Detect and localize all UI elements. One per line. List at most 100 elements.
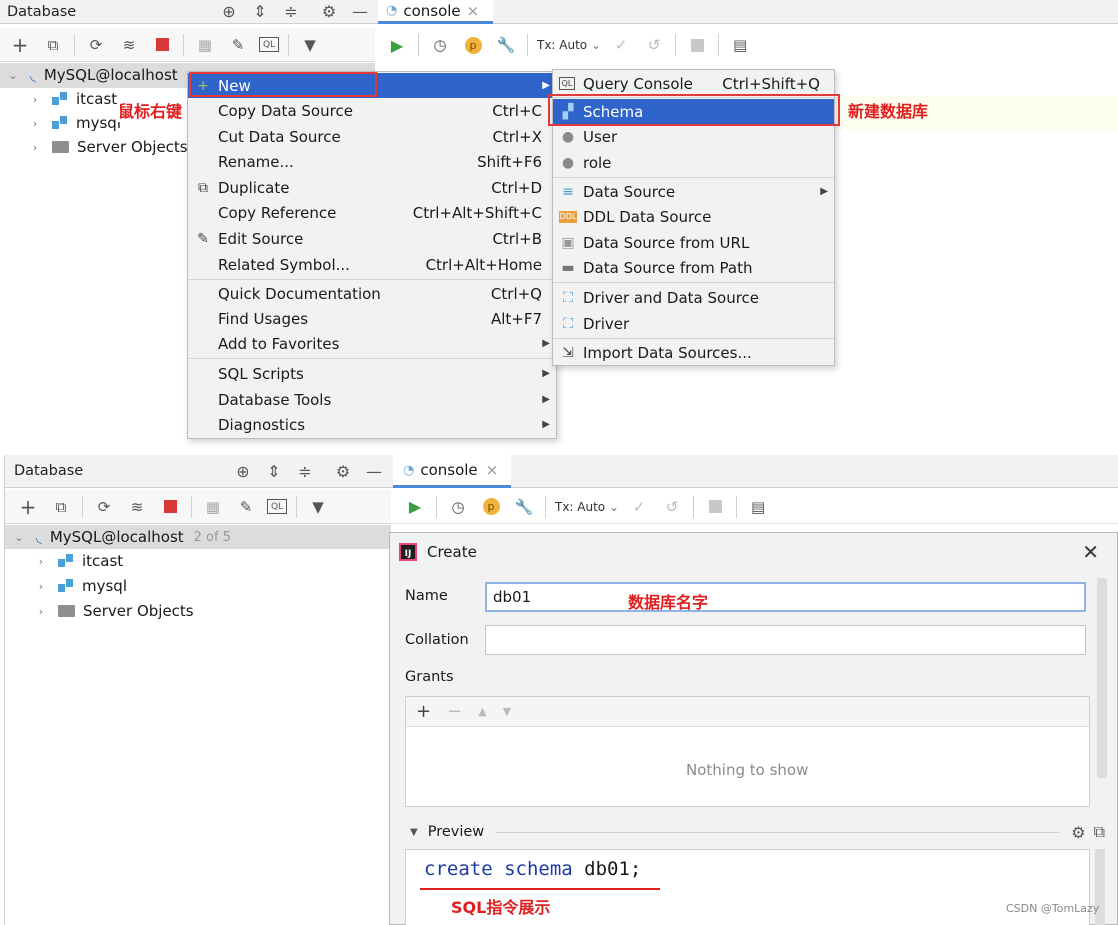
crosshair-icon[interactable]: ⊕ [218, 1, 240, 23]
submenu-item-driver[interactable]: ⛶ Driver [553, 311, 834, 336]
name-input[interactable]: db01 [485, 582, 1086, 612]
wrench-icon[interactable]: 🔧 [512, 495, 536, 519]
submenu-item-data-source-url[interactable]: ▣ Data Source from URL [553, 230, 834, 255]
filter-icon[interactable]: ▼ [298, 33, 322, 57]
chevron-right-icon[interactable]: › [28, 117, 42, 130]
schema-sync-icon[interactable]: ≋ [117, 33, 141, 57]
minimize-icon[interactable]: — [363, 460, 385, 482]
p-badge-icon[interactable]: p [479, 495, 503, 519]
edit-icon[interactable]: ✎ [226, 33, 250, 57]
submenu-item-import-data-sources[interactable]: ⇲ Import Data Sources... [553, 340, 834, 365]
run-icon[interactable]: ▶ [403, 495, 427, 519]
copy-icon[interactable]: ⧉ [49, 495, 73, 519]
tab-console[interactable]: ◔ console × [378, 0, 493, 24]
menu-item-rename[interactable]: Rename... Shift+F6 [188, 149, 556, 174]
external-open-icon[interactable]: ⧉ [1094, 822, 1105, 842]
stop-icon[interactable] [703, 495, 727, 519]
output-layout-icon[interactable]: ▤ [746, 495, 770, 519]
table-icon[interactable]: ▦ [201, 495, 225, 519]
submenu-item-ddl-data-source[interactable]: DDL DDL Data Source [553, 204, 834, 229]
refresh-icon[interactable]: ⟳ [92, 495, 116, 519]
gear-icon[interactable]: ⚙ [332, 460, 354, 482]
tx-mode-select[interactable]: Tx: Auto ⌄ [555, 500, 619, 514]
menu-item-sql-scripts[interactable]: SQL Scripts ▶ [188, 361, 556, 386]
remove-grant-icon[interactable]: − [447, 701, 462, 722]
preview-header[interactable]: ▼ Preview ⚙ ⧉ [410, 821, 1105, 843]
menu-item-edit-source[interactable]: ✎ Edit Source Ctrl+B [188, 226, 556, 251]
expand-all-icon[interactable]: ⇕ [249, 1, 271, 23]
submenu-item-user[interactable]: ● User [553, 124, 834, 149]
menu-item-duplicate[interactable]: ⧉ Duplicate Ctrl+D [188, 175, 556, 200]
tree-root-row[interactable]: ⌄ ◟ MySQL@localhost [6, 63, 177, 87]
collation-input[interactable] [485, 625, 1086, 655]
chevron-down-icon[interactable]: ⌄ [6, 69, 20, 82]
menu-item-quick-documentation[interactable]: Quick Documentation Ctrl+Q [188, 281, 556, 306]
submenu-item-data-source[interactable]: ≡ Data Source ▶ [553, 179, 834, 204]
stop-icon[interactable] [685, 33, 709, 57]
ql-console-icon[interactable]: QL [259, 37, 279, 52]
history-icon[interactable]: ◷ [446, 495, 470, 519]
close-icon[interactable]: × [467, 2, 480, 20]
commit-icon[interactable]: ✓ [609, 33, 633, 57]
move-down-icon[interactable]: ▼ [503, 705, 511, 718]
add-icon[interactable]: + [8, 33, 32, 57]
rollback-icon[interactable]: ↺ [660, 495, 684, 519]
submenu-item-driver-and-data-source[interactable]: ⛶ Driver and Data Source [553, 285, 834, 310]
menu-item-add-to-favorites[interactable]: Add to Favorites ▶ [188, 331, 556, 356]
submenu-item-query-console[interactable]: QL Query Console Ctrl+Shift+Q [553, 71, 834, 96]
submenu-item-data-source-path[interactable]: ▬ Data Source from Path [553, 255, 834, 280]
expand-all-icon[interactable]: ⇕ [263, 460, 285, 482]
copy-icon[interactable]: ⧉ [41, 33, 65, 57]
menu-item-cut-data-source[interactable]: Cut Data Source Ctrl+X [188, 124, 556, 149]
menu-item-diagnostics[interactable]: Diagnostics ▶ [188, 412, 556, 437]
stop-icon[interactable] [158, 495, 182, 519]
tab-console[interactable]: ◔ console × [393, 455, 511, 488]
rollback-icon[interactable]: ↺ [642, 33, 666, 57]
tree-root-row[interactable]: ⌄ ◟ MySQL@localhost 2 of 5 [12, 525, 231, 549]
chevron-right-icon[interactable]: › [28, 141, 42, 154]
chevron-right-icon[interactable]: › [34, 580, 48, 593]
menu-item-related-symbol[interactable]: Related Symbol... Ctrl+Alt+Home [188, 252, 556, 277]
minimize-icon[interactable]: — [349, 1, 371, 23]
submenu-item-role[interactable]: ● role [553, 150, 834, 175]
stop-icon[interactable] [150, 33, 174, 57]
close-icon[interactable]: × [486, 461, 499, 479]
schema-sync-icon[interactable]: ≋ [125, 495, 149, 519]
add-grant-icon[interactable]: + [416, 701, 431, 722]
tree-item-server-objects[interactable]: › Server Objects [34, 599, 194, 623]
p-badge-icon[interactable]: p [461, 33, 485, 57]
ql-console-icon[interactable]: QL [267, 499, 287, 514]
menu-item-database-tools[interactable]: Database Tools ▶ [188, 387, 556, 412]
menu-item-copy-reference[interactable]: Copy Reference Ctrl+Alt+Shift+C [188, 200, 556, 225]
chevron-down-icon[interactable]: ⌄ [12, 531, 26, 544]
collapse-all-icon[interactable]: ≑ [280, 1, 302, 23]
move-up-icon[interactable]: ▲ [478, 705, 486, 718]
collapse-all-icon[interactable]: ≑ [294, 460, 316, 482]
tx-mode-select[interactable]: Tx: Auto ⌄ [537, 38, 601, 52]
wrench-icon[interactable]: 🔧 [494, 33, 518, 57]
tree-item-itcast[interactable]: › itcast [28, 87, 117, 111]
chevron-right-icon[interactable]: › [34, 555, 48, 568]
chevron-right-icon[interactable]: › [34, 605, 48, 618]
menu-item-find-usages[interactable]: Find Usages Alt+F7 [188, 306, 556, 331]
gear-icon[interactable]: ⚙ [1071, 823, 1085, 842]
filter-icon[interactable]: ▼ [306, 495, 330, 519]
history-icon[interactable]: ◷ [428, 33, 452, 57]
output-layout-icon[interactable]: ▤ [728, 33, 752, 57]
table-icon[interactable]: ▦ [193, 33, 217, 57]
tree-item-itcast[interactable]: › itcast [34, 549, 123, 573]
tree-item-mysql[interactable]: › mysql [28, 111, 121, 135]
chevron-right-icon[interactable]: › [28, 93, 42, 106]
crosshair-icon[interactable]: ⊕ [232, 460, 254, 482]
tree-item-mysql[interactable]: › mysql [34, 574, 127, 598]
add-icon[interactable]: + [16, 495, 40, 519]
close-icon[interactable]: ✕ [1082, 540, 1099, 564]
menu-item-copy-data-source[interactable]: Copy Data Source Ctrl+C [188, 98, 556, 123]
gear-icon[interactable]: ⚙ [318, 1, 340, 23]
dialog-scrollbar[interactable] [1097, 578, 1107, 778]
run-icon[interactable]: ▶ [385, 33, 409, 57]
refresh-icon[interactable]: ⟳ [84, 33, 108, 57]
edit-icon[interactable]: ✎ [234, 495, 258, 519]
preview-editor[interactable]: create schema db01; SQL指令展示 [405, 849, 1090, 925]
tree-item-server-objects[interactable]: › Server Objects [28, 135, 188, 159]
